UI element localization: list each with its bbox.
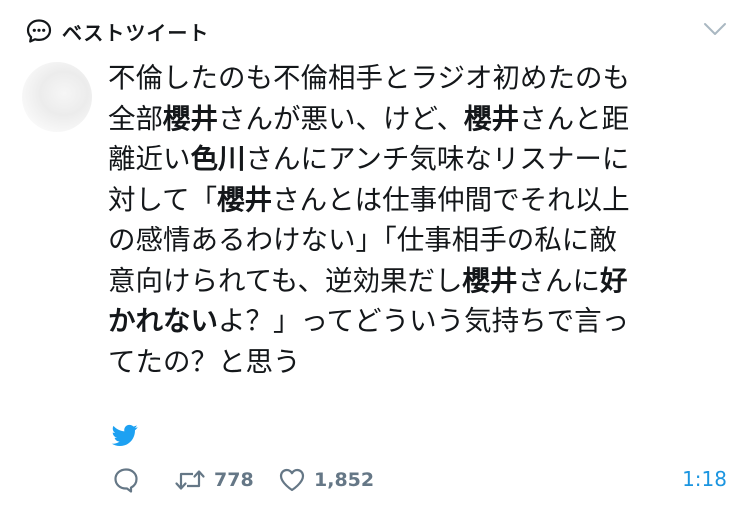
tweet-highlight: 櫻井	[462, 264, 518, 297]
tweet-segment: 対して「	[108, 183, 218, 216]
reply-icon	[114, 468, 138, 493]
twitter-bird-icon	[111, 424, 138, 447]
tweet-segment: 離近い	[108, 143, 191, 175]
tweet-segment: 意向けられても、逆効果だし	[108, 264, 463, 297]
tweet-highlight: 好	[599, 264, 628, 297]
header-title: ベストツイート	[62, 20, 210, 45]
tweet-actions: 778 1,852 1:18	[112, 462, 727, 498]
retweet-count: 778	[214, 469, 254, 491]
tweet-segment: さんに	[517, 264, 600, 297]
tweet-highlight: 櫻井	[464, 102, 520, 135]
tweet-segment: さんと距	[519, 102, 630, 135]
retweet-icon	[175, 470, 205, 490]
tweet-segment: さんにアンチ気味なリスナーに	[245, 143, 630, 175]
tweet-segment: てたの？と思う	[108, 345, 301, 378]
tweet-line: 意向けられても、逆効果だし櫻井さんに好	[108, 261, 730, 302]
timestamp[interactable]: 1:18	[682, 467, 727, 491]
tweet-header: ベストツイート	[26, 14, 209, 48]
like-button[interactable]: 1,852	[278, 462, 374, 498]
tweet-highlight: 櫻井	[163, 102, 218, 135]
tweet-segment: さんが悪い、けど、	[218, 102, 465, 135]
tweet-segment: 不倫したのも不倫相手とラジオ初めたのも	[108, 62, 630, 94]
heart-icon	[279, 468, 305, 492]
speech-bubble-icon	[26, 19, 52, 43]
like-count: 1,852	[314, 469, 375, 491]
tweet-text: 不倫したのも不倫相手とラジオ初めたのも 全部櫻井さんが悪い、けど、櫻井さんと距 離近…	[108, 58, 730, 382]
tweet-segment: 全部	[108, 102, 163, 135]
tweet-line: 離近い色川さんにアンチ気味なリスナーに	[108, 139, 730, 180]
tweet-line: てたの？と思う	[108, 342, 730, 383]
tweet-line: 対して「櫻井さんとは仕事仲間でそれ以上	[108, 180, 730, 221]
chevron-down-icon[interactable]	[702, 18, 728, 40]
tweet-highlight: かれない	[108, 305, 218, 337]
tweet-segment: よ？」ってどういう気持ちで言っ	[218, 305, 630, 337]
retweet-button[interactable]: 778	[174, 462, 254, 498]
tweet-line: の感情あるわけない」「仕事相手の私に敵	[108, 220, 730, 261]
tweet-highlight: 色川	[190, 143, 246, 175]
tweet-segment: さんとは仕事仲間でそれ以上	[272, 183, 630, 216]
tweet-line: かれないよ？」ってどういう気持ちで言っ	[108, 301, 730, 342]
tweet-line: 全部櫻井さんが悪い、けど、櫻井さんと距	[108, 99, 730, 140]
reply-button[interactable]	[112, 462, 140, 498]
tweet-segment: の感情あるわけない」「仕事相手の私に敵	[108, 224, 617, 256]
tweet-line: 不倫したのも不倫相手とラジオ初めたのも	[108, 58, 730, 99]
tweet-highlight: 櫻井	[217, 183, 273, 216]
avatar[interactable]	[22, 62, 92, 132]
